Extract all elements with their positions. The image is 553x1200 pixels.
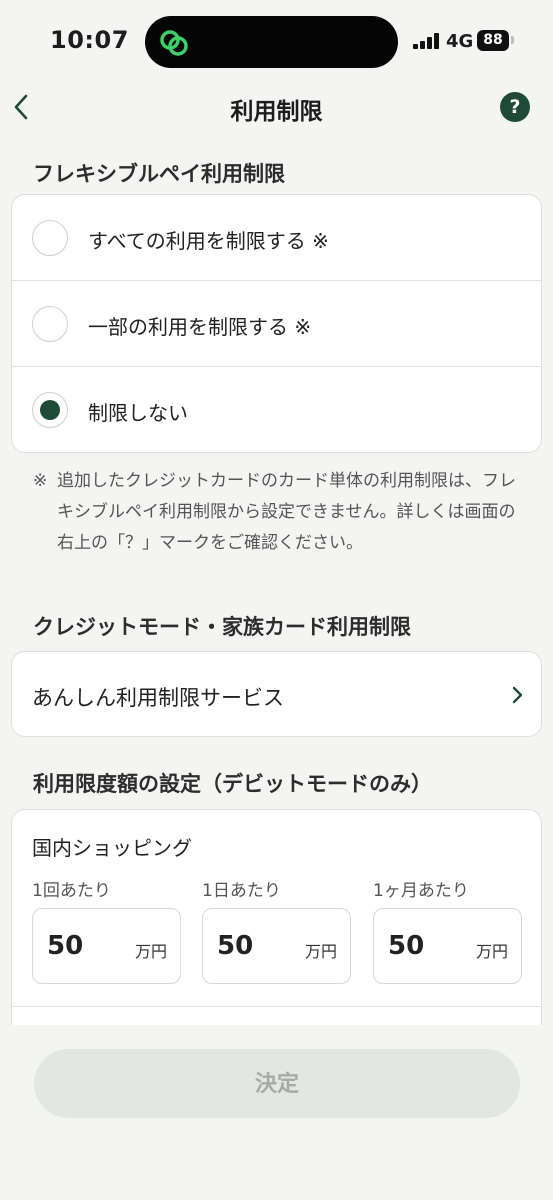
note-mark: ※ <box>33 471 48 491</box>
status-bar: 10:07 4G 88 <box>0 0 553 80</box>
limit-settings-section-title: 利用限度額の設定（デビットモードのみ） <box>33 772 432 796</box>
chevron-right-icon <box>512 686 523 704</box>
limit-category: 国内ショッピング <box>32 836 192 860</box>
bottom-action-area: 決定 <box>0 1025 553 1200</box>
domestic-shopping-limits: 国内ショッピング 1回あたり 1日あたり 1ヶ月あたり 50 万円 50 万円 … <box>11 809 542 1049</box>
signal-icon <box>413 33 441 49</box>
page-title: 利用制限 <box>230 99 323 125</box>
nav-bar: 利用制限 ? <box>0 80 553 134</box>
anshin-service-link[interactable]: あんしん利用制限サービス <box>11 651 542 737</box>
amount-unit: 万円 <box>475 942 508 961</box>
app-link-icon <box>160 30 188 56</box>
per-month-amount-field[interactable]: 50 万円 <box>373 908 522 984</box>
flexible-pay-options: すべての利用を制限する ※ 一部の利用を制限する ※ 制限しない <box>11 194 542 453</box>
per-day-label: 1日あたり <box>202 881 281 901</box>
option-restrict-all[interactable]: すべての利用を制限する ※ <box>12 195 541 281</box>
link-label: あんしん利用制限サービス <box>32 686 284 710</box>
dynamic-island <box>145 16 398 68</box>
amount-unit: 万円 <box>134 942 167 961</box>
option-restrict-partial[interactable]: 一部の利用を制限する ※ <box>12 281 541 367</box>
option-label: すべての利用を制限する ※ <box>88 229 329 253</box>
per-transaction-label: 1回あたり <box>32 881 111 901</box>
network-type: 4G <box>446 31 474 52</box>
status-time: 10:07 <box>50 26 129 54</box>
flexible-pay-section-title: フレキシブルペイ利用制限 <box>33 162 285 186</box>
per-transaction-amount-field[interactable]: 50 万円 <box>32 908 181 984</box>
divider <box>12 1006 541 1007</box>
credit-family-section-title: クレジットモード・家族カード利用制限 <box>33 615 411 639</box>
amount-value: 50 <box>388 931 425 961</box>
flexible-pay-note: ※ 追加したクレジットカードのカード単体の利用制限は、フレキシブルペイ利用制限か… <box>33 466 523 559</box>
per-day-amount-field[interactable]: 50 万円 <box>202 908 351 984</box>
radio-button[interactable] <box>32 220 68 256</box>
radio-button[interactable] <box>32 306 68 342</box>
per-month-label: 1ヶ月あたり <box>373 881 469 901</box>
amount-unit: 万円 <box>304 942 337 961</box>
option-no-restriction[interactable]: 制限しない <box>12 367 541 452</box>
help-icon[interactable]: ? <box>500 92 530 122</box>
note-text: 追加したクレジットカードのカード単体の利用制限は、フレキシブルペイ利用制限から設… <box>57 471 516 553</box>
option-label: 一部の利用を制限する ※ <box>88 315 312 339</box>
battery-icon: 88 <box>477 30 509 51</box>
option-label: 制限しない <box>88 401 188 425</box>
usage-limit-screen: 10:07 4G 88 利用制限 ? フレキシブルペイ利用制限 すべての利用を制… <box>0 0 553 1200</box>
battery-tip <box>511 36 514 44</box>
radio-button-selected[interactable] <box>32 392 68 428</box>
submit-button[interactable]: 決定 <box>34 1049 520 1118</box>
amount-value: 50 <box>217 931 254 961</box>
amount-value: 50 <box>47 931 84 961</box>
